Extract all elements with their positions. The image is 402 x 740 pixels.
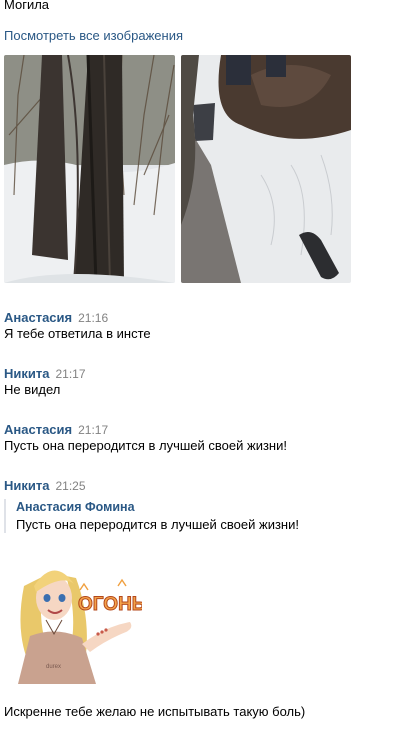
- message-header: Анастасия 21:17: [4, 421, 108, 439]
- message-time[interactable]: 21:17: [55, 367, 85, 381]
- fire-word-icon: ОГОНЬ: [78, 578, 146, 616]
- photo-snow-boot[interactable]: [181, 55, 351, 283]
- message-time[interactable]: 21:17: [78, 423, 108, 437]
- message-time[interactable]: 21:25: [55, 479, 85, 493]
- message-author[interactable]: Анастасия: [4, 310, 72, 325]
- message-header: Никита 21:25: [4, 477, 86, 495]
- sticker-image[interactable]: ОГОНЬ durex: [6, 556, 146, 684]
- message-author[interactable]: Никита: [4, 478, 49, 493]
- sticker-shirt-text: durex: [46, 664, 61, 670]
- message-text: Не видел: [4, 382, 61, 397]
- caption-text: Могила: [4, 0, 50, 12]
- message-header: Никита 21:17: [4, 365, 86, 383]
- message-header: Анастасия 21:16: [4, 309, 108, 327]
- message-text: Я тебе ответила в инсте: [4, 326, 151, 341]
- sticker-word: ОГОНЬ: [78, 594, 142, 615]
- message-author[interactable]: Никита: [4, 366, 49, 381]
- quote-text: Пусть она переродится в лучшей своей жиз…: [16, 517, 299, 532]
- message-text: Искренне тебе желаю не испытывать такую …: [4, 704, 306, 719]
- quote-author[interactable]: Анастасия Фомина: [16, 499, 299, 515]
- view-all-images-link[interactable]: Посмотреть все изображения: [4, 28, 183, 43]
- message-author[interactable]: Анастасия: [4, 422, 72, 437]
- message-time[interactable]: 21:16: [78, 311, 108, 325]
- message-text: Пусть она переродится в лучшей своей жиз…: [4, 438, 287, 453]
- forwarded-message[interactable]: Анастасия Фомина Пусть она переродится в…: [4, 499, 299, 533]
- photo-forest-trees[interactable]: [4, 55, 175, 283]
